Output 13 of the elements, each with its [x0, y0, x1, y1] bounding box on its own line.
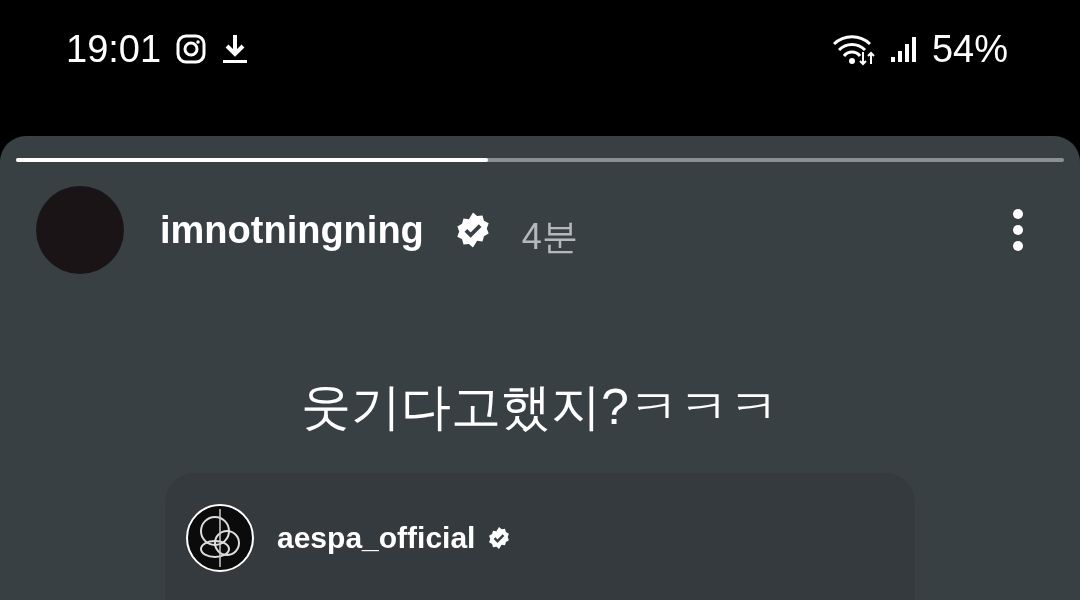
- signal-icon: [889, 35, 918, 63]
- username[interactable]: imnotningning: [160, 208, 424, 252]
- story-caption: 웃기다고했지?ㅋㅋㅋ: [300, 378, 780, 437]
- battery-percent: 54%: [931, 27, 1008, 72]
- shared-username[interactable]: aespa_official: [277, 521, 476, 555]
- verified-badge-icon: [487, 526, 512, 550]
- shared-post-card[interactable]: aespa_official: [165, 473, 915, 600]
- download-icon: [221, 33, 250, 65]
- logo-icon: [185, 503, 255, 573]
- wifi-icon: [831, 32, 876, 66]
- clock-time: 19:01: [66, 27, 162, 72]
- camera-app-icon: [175, 33, 208, 65]
- post-time: 4분: [521, 214, 578, 259]
